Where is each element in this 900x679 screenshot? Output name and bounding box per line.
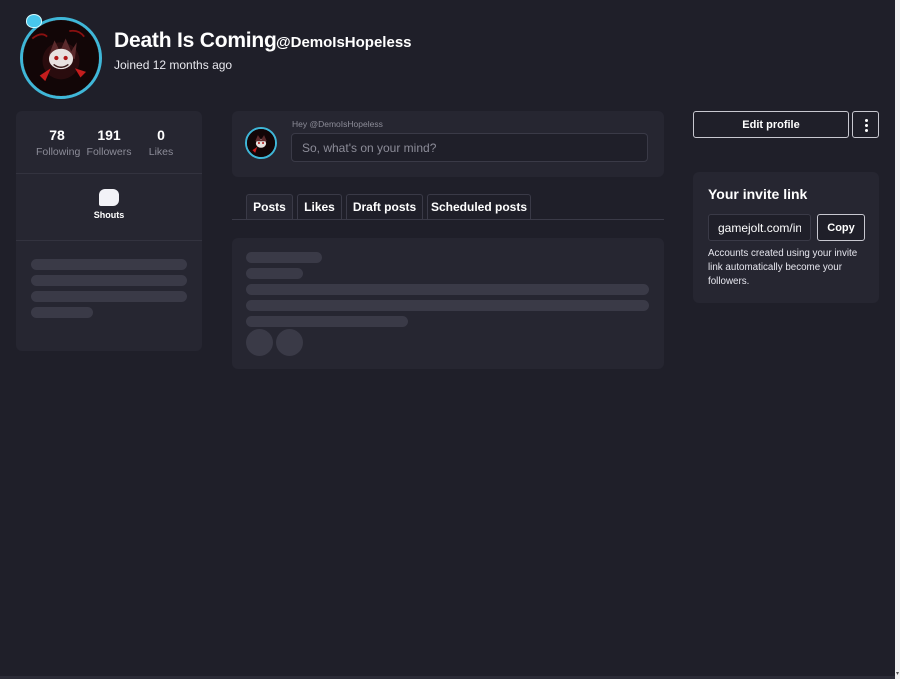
stat-following-label: Following [36, 146, 81, 158]
tab-draft-posts[interactable]: Draft posts [346, 194, 423, 220]
stat-following[interactable]: 78 Following [36, 127, 81, 158]
avatar-badge-icon [26, 14, 42, 28]
loading-skeleton-circle [276, 329, 303, 356]
vertical-dots-icon [865, 124, 868, 127]
shouts-button[interactable]: Shouts [88, 189, 130, 220]
loading-skeleton-line [246, 316, 408, 327]
stat-likes-label: Likes [148, 146, 174, 158]
invite-link-card: Your invite link Copy Accounts created u… [693, 172, 879, 303]
stat-likes[interactable]: 0 Likes [144, 127, 178, 158]
loading-skeleton-line [31, 275, 187, 286]
loading-skeleton-circle [246, 329, 273, 356]
avatar-image [247, 129, 275, 157]
vertical-dots-icon [865, 119, 868, 122]
avatar-image [23, 20, 99, 96]
profile-display-name: Death Is Coming [114, 29, 277, 52]
page-scrollbar[interactable]: ▾ [895, 0, 900, 679]
vertical-dots-icon [865, 129, 868, 132]
post-loading-card [232, 238, 664, 369]
composer-greeting: Hey @DemoIsHopeless [292, 119, 383, 129]
speech-bubble-icon [99, 189, 119, 206]
stat-following-value: 78 [49, 127, 65, 143]
invite-description: Accounts created using your invite link … [708, 248, 858, 287]
loading-skeleton-line [246, 300, 649, 311]
shouts-label: Shouts [93, 210, 125, 220]
scroll-down-icon[interactable]: ▾ [895, 671, 900, 677]
stat-followers-label: Followers [86, 146, 132, 158]
tab-posts[interactable]: Posts [246, 194, 293, 220]
profile-page: Death Is Coming @DemoIsHopeless Joined 1… [0, 0, 895, 679]
tab-likes[interactable]: Likes [297, 194, 342, 220]
composer-avatar [245, 127, 277, 159]
more-options-button[interactable] [852, 111, 879, 138]
tab-scheduled-posts[interactable]: Scheduled posts [427, 194, 531, 220]
invite-link-input[interactable] [708, 214, 811, 241]
profile-username: @DemoIsHopeless [276, 34, 412, 51]
loading-skeleton-line [246, 268, 303, 279]
shouts-divider [16, 240, 202, 241]
stat-followers[interactable]: 191 Followers [86, 127, 132, 158]
profile-joined-date: Joined 12 months ago [114, 58, 233, 72]
edit-profile-button[interactable]: Edit profile [693, 111, 849, 138]
loading-skeleton-line [31, 307, 93, 318]
loading-skeleton-line [246, 252, 322, 263]
loading-skeleton-line [246, 284, 649, 295]
loading-skeleton-line [31, 259, 187, 270]
stat-likes-value: 0 [157, 127, 165, 143]
tabs-underline [232, 219, 664, 220]
profile-avatar[interactable] [20, 17, 102, 99]
post-composer: Hey @DemoIsHopeless [232, 111, 664, 177]
composer-input[interactable] [291, 133, 648, 162]
stats-divider [16, 173, 202, 174]
copy-invite-button[interactable]: Copy [817, 214, 865, 241]
profile-stats-card: 78 Following 191 Followers 0 Likes Shout… [16, 111, 202, 351]
loading-skeleton-line [31, 291, 187, 302]
stat-followers-value: 191 [97, 127, 121, 143]
invite-title: Your invite link [708, 186, 808, 202]
